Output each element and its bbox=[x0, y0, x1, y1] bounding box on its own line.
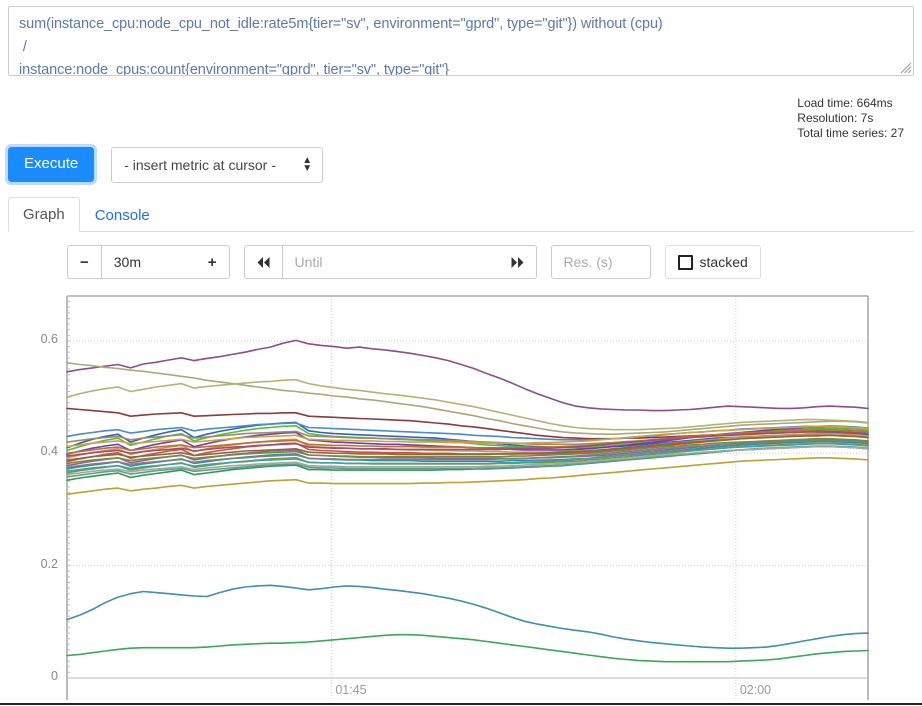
chevron-down-glyph: ▼ bbox=[302, 163, 313, 174]
fast-forward-icon bbox=[511, 256, 524, 268]
stacked-label: stacked bbox=[699, 254, 748, 270]
range-decrease-button[interactable]: − bbox=[67, 245, 102, 279]
tab-console[interactable]: Console bbox=[80, 198, 165, 232]
until-group: Until bbox=[243, 245, 537, 279]
resolution: Resolution: 7s bbox=[797, 111, 874, 125]
range-input[interactable]: 30m bbox=[101, 245, 196, 279]
execute-row: Execute - insert metric at cursor - ▲ ▼ bbox=[4, 144, 324, 185]
query-line-3: instance:node_cpus:count{environment="gp… bbox=[19, 62, 450, 76]
resolution-input[interactable]: Res. (s) bbox=[550, 245, 651, 279]
until-input[interactable]: Until bbox=[282, 245, 499, 279]
time-backward-button[interactable] bbox=[243, 245, 283, 279]
insert-metric-select-value: - insert metric at cursor - bbox=[124, 157, 276, 173]
time-forward-button[interactable] bbox=[498, 245, 537, 279]
query-textarea[interactable]: sum(instance_cpu:node_cpu_not_idle:rate5… bbox=[8, 6, 914, 76]
chevron-updown-icon: ▲ ▼ bbox=[302, 156, 313, 174]
series-line bbox=[66, 378, 869, 431]
total-time-series: Total time series: 27 bbox=[797, 126, 904, 140]
x-tick-label: 01:45 bbox=[335, 683, 367, 697]
query-line-1: sum(instance_cpu:node_cpu_not_idle:rate5… bbox=[19, 16, 663, 32]
graph-controls: − 30m + Until Res. (s) stacked bbox=[67, 245, 761, 279]
resize-handle-icon[interactable] bbox=[898, 60, 912, 74]
view-tabs: Graph Console bbox=[8, 196, 914, 232]
tab-graph[interactable]: Graph bbox=[8, 197, 80, 232]
checkbox-icon bbox=[677, 254, 693, 270]
series-line bbox=[66, 339, 869, 412]
execute-button[interactable]: Execute bbox=[4, 144, 98, 185]
query-line-2: / bbox=[19, 39, 27, 55]
y-tick-label: 0.4 bbox=[40, 444, 58, 459]
chart-svg bbox=[0, 295, 922, 705]
range-increase-button[interactable]: + bbox=[195, 245, 230, 279]
load-time: Load time: 664ms bbox=[797, 96, 893, 110]
graph-chart[interactable]: 0 0.2 0.4 0.6 01:45 02:00 bbox=[0, 290, 922, 706]
y-tick-label: 0 bbox=[51, 669, 58, 683]
query-stats: Load time: 664ms Resolution: 7s Total ti… bbox=[797, 96, 904, 141]
insert-metric-select[interactable]: - insert metric at cursor - ▲ ▼ bbox=[111, 147, 324, 183]
stacked-toggle[interactable]: stacked bbox=[664, 245, 761, 279]
y-tick-label: 0.6 bbox=[40, 331, 58, 346]
x-tick-label: 02:00 bbox=[739, 683, 772, 697]
range-group: − 30m + bbox=[67, 245, 230, 279]
series-line bbox=[66, 362, 869, 435]
y-tick-label: 0.2 bbox=[40, 556, 58, 571]
query-editor-wrap: sum(instance_cpu:node_cpu_not_idle:rate5… bbox=[0, 0, 922, 76]
rewind-icon bbox=[257, 256, 270, 268]
